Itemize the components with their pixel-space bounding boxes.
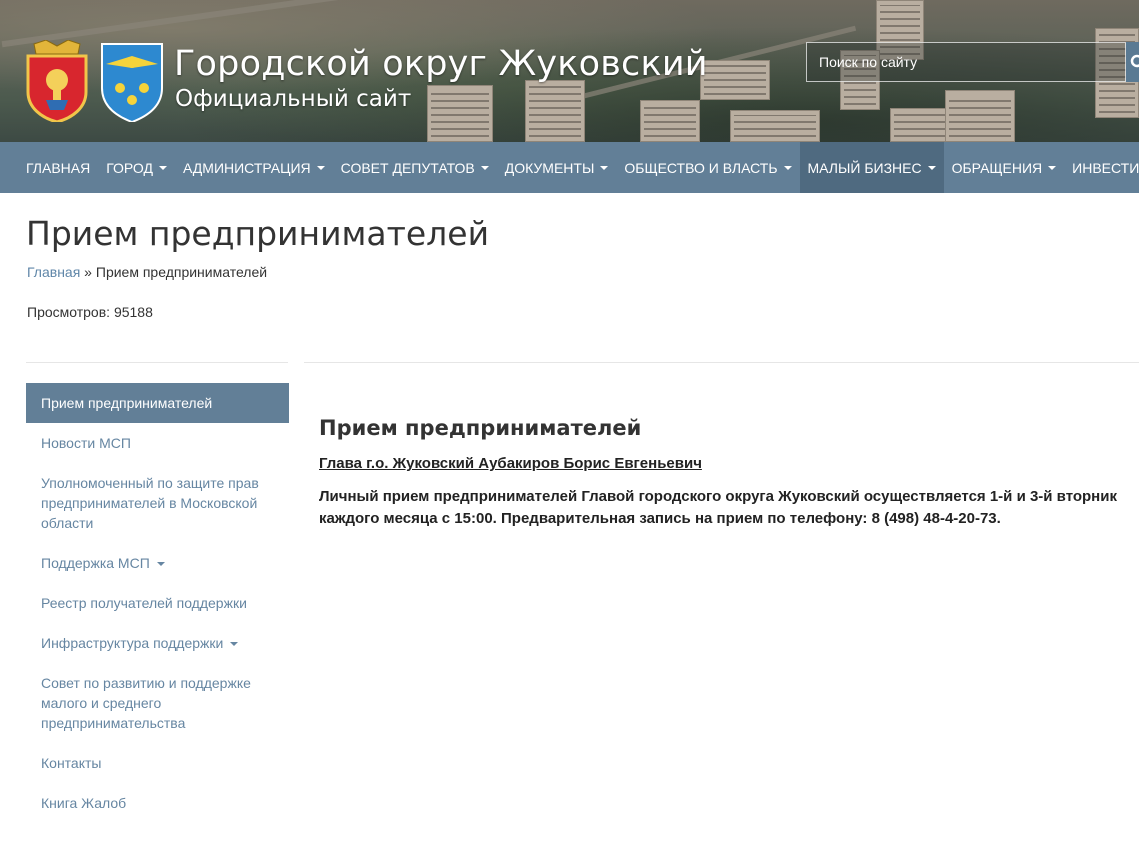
nav-item-city[interactable]: ГОРОД (98, 142, 175, 193)
head-of-district-link[interactable]: Глава г.о. Жуковский Аубакиров Борис Евг… (319, 455, 702, 472)
main-nav: ГЛАВНАЯ ГОРОД АДМИНИСТРАЦИЯ СОВЕТ ДЕПУТА… (0, 142, 1139, 193)
nav-item-society[interactable]: ОБЩЕСТВО И ВЛАСТЬ (616, 142, 799, 193)
caret-down-icon (927, 165, 936, 170)
nav-item-documents[interactable]: ДОКУМЕНТЫ (497, 142, 617, 193)
caret-down-icon (783, 165, 792, 170)
nav-item-administration[interactable]: АДМИНИСТРАЦИЯ (175, 142, 333, 193)
search-box (806, 42, 1126, 82)
search-button[interactable] (1126, 42, 1139, 82)
sidebar-item-support-infrastructure[interactable]: Инфраструктура поддержки (26, 623, 289, 663)
view-count: Просмотров: 95188 (27, 304, 153, 320)
nav-item-council[interactable]: СОВЕТ ДЕПУТАТОВ (333, 142, 497, 193)
caret-down-icon (230, 642, 239, 647)
divider (26, 362, 288, 363)
sidebar-item-sme-news[interactable]: Новости МСП (26, 423, 289, 463)
nav-item-home[interactable]: ГЛАВНАЯ (18, 142, 98, 193)
divider (304, 362, 1139, 363)
nav-item-appeals[interactable]: ОБРАЩЕНИЯ (944, 142, 1065, 193)
caret-down-icon (316, 165, 325, 170)
caret-down-icon (600, 165, 609, 170)
breadcrumb-home-link[interactable]: Главная (27, 264, 80, 280)
sidebar-item-support-registry[interactable]: Реестр получателей поддержки (26, 583, 289, 623)
sidebar-item-contacts[interactable]: Контакты (26, 743, 289, 783)
content-title: Прием предпринимателей (319, 416, 642, 440)
zhukovsky-coat-of-arms-icon (101, 43, 163, 122)
caret-down-icon (480, 165, 489, 170)
sidebar-item-complaints-book[interactable]: Книга Жалоб (26, 783, 289, 823)
header-banner: Городской округ Жуковский Официальный са… (0, 0, 1139, 142)
caret-down-icon (156, 562, 165, 567)
caret-down-icon (1048, 165, 1057, 170)
nav-item-investments[interactable]: ИНВЕСТИЦИИ (1064, 142, 1139, 193)
search-icon (1130, 54, 1139, 68)
site-title[interactable]: Городской округ Жуковский (174, 44, 708, 84)
moscow-region-crest-icon (26, 40, 88, 122)
breadcrumb-current: Прием предпринимателей (95, 264, 268, 280)
breadcrumb-separator: » (80, 264, 96, 280)
caret-down-icon (159, 165, 167, 170)
reception-info-text: Личный прием предпринимателей Главой гор… (319, 488, 1117, 527)
sidebar-menu: Прием предпринимателей Новости МСП Уполн… (26, 383, 289, 823)
sidebar-item-sme-support[interactable]: Поддержка МСП (26, 543, 289, 583)
breadcrumb: Главная » Прием предпринимателей (27, 264, 267, 280)
page-title: Прием предпринимателей (26, 214, 490, 253)
sidebar-item-ombudsman[interactable]: Уполномоченный по защите прав предприним… (26, 463, 289, 543)
sidebar-item-development-council[interactable]: Совет по развитию и поддержке малого и с… (26, 663, 289, 743)
sidebar-item-entrepreneur-reception[interactable]: Прием предпринимателей (26, 383, 289, 423)
search-input[interactable] (807, 43, 1125, 81)
site-subtitle: Официальный сайт (175, 86, 412, 112)
nav-item-small-business[interactable]: МАЛЫЙ БИЗНЕС (799, 142, 944, 193)
